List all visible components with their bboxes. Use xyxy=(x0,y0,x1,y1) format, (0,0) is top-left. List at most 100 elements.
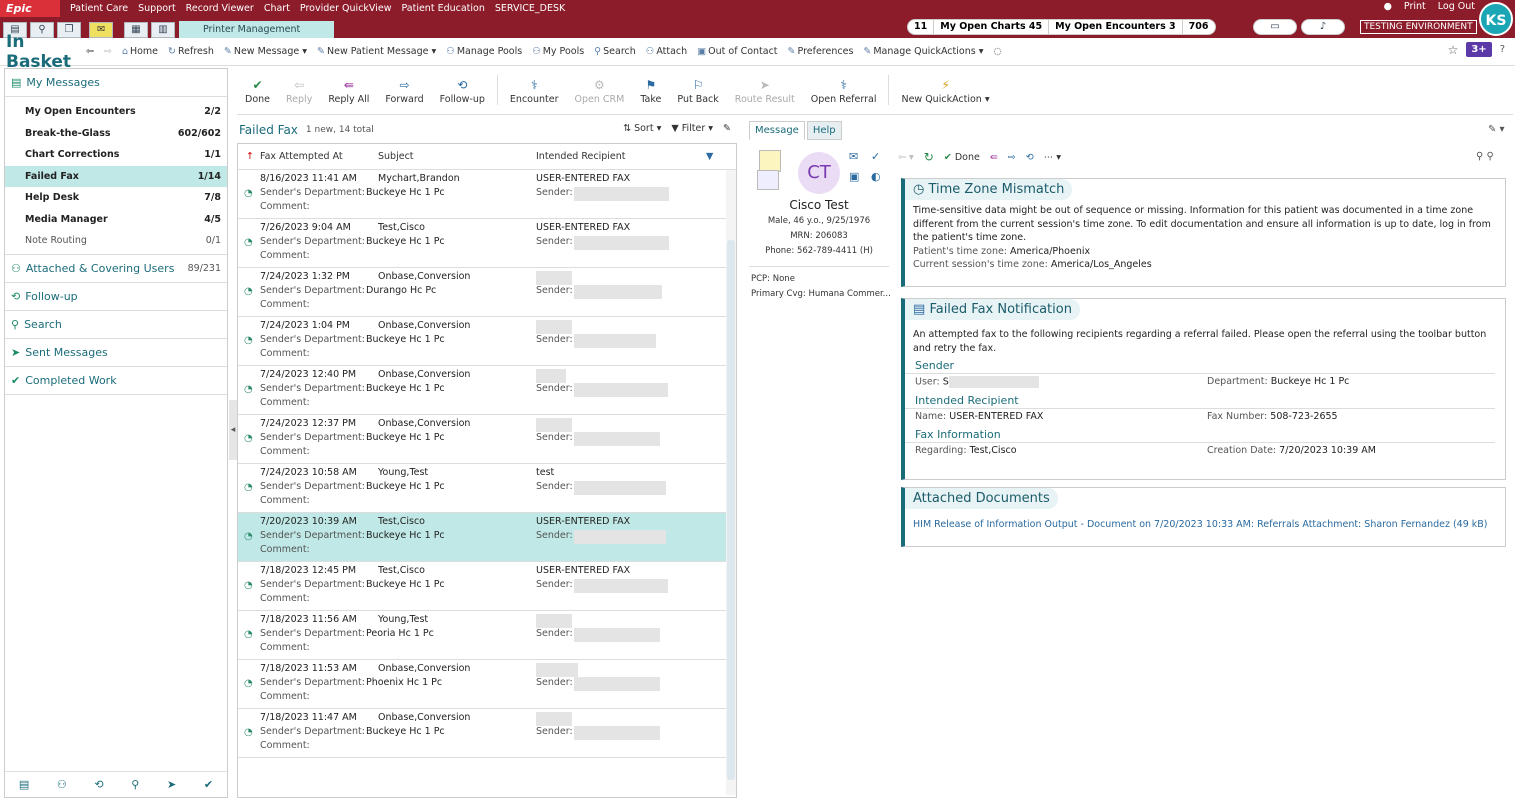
completed-work-folder[interactable]: ✔ Completed Work xyxy=(5,367,227,395)
table-row[interactable]: ◔ 7/20/2023 10:39 AM Test,Cisco USER-ENTERE… xyxy=(238,513,736,562)
follow-up-icon[interactable]: ⟲ xyxy=(1026,152,1034,163)
zoom-icons[interactable]: ⚲ ⚲ xyxy=(1476,151,1494,162)
filter-button[interactable]: ▼ Filter ▾ xyxy=(671,123,713,134)
attached-covering-users[interactable]: ⚇ Attached & Covering Users 89/231 xyxy=(5,255,227,283)
back-icon[interactable]: ⇦ xyxy=(86,46,94,57)
my-pools-button[interactable]: ⚇ My Pools xyxy=(532,46,584,57)
inbox-counter[interactable]: 706 xyxy=(1181,19,1216,35)
table-row[interactable]: ◔ 7/24/2023 1:32 PM Onbase,Conversion Sende… xyxy=(238,268,736,317)
wrench-icon[interactable]: ✎ xyxy=(723,123,731,134)
preferences-button[interactable]: ✎ Preferences xyxy=(788,46,854,57)
reply-all-action[interactable]: ⇚ Reply All xyxy=(328,78,369,105)
tab-message[interactable]: Message xyxy=(749,121,805,140)
menu-service-desk[interactable]: SERVICE_DESK xyxy=(495,3,565,14)
open-referral-action[interactable]: ⚕ Open Referral xyxy=(811,78,877,105)
my-open-charts-counter[interactable]: My Open Charts 45 xyxy=(933,19,1050,35)
refresh-icon[interactable]: ↻ xyxy=(924,150,934,164)
take-action[interactable]: ⚑ Take xyxy=(640,78,661,105)
follow-up-icon[interactable]: ⟲ xyxy=(94,778,103,791)
search-folder[interactable]: ⚲ Search xyxy=(5,311,227,339)
panel-collapse-handle[interactable]: ◂ xyxy=(229,400,237,460)
table-row[interactable]: ◔ 7/18/2023 11:53 AM Onbase,Conversion Send… xyxy=(238,660,736,709)
col-subject[interactable]: Subject xyxy=(378,151,536,162)
new-quickaction-action[interactable]: ⚡ New QuickAction ▾ xyxy=(901,78,989,105)
col-intended-recipient[interactable]: Intended Recipient xyxy=(536,151,706,162)
epic-menu-button[interactable]: Epic xyxy=(0,0,60,17)
inbasket-tab-icon[interactable]: ✉ xyxy=(89,22,113,38)
table-row[interactable]: ◔ 7/26/2023 9:04 AM Test,Cisco USER-ENTERED… xyxy=(238,219,736,268)
done-action[interactable]: ✔ Done xyxy=(245,78,270,105)
put-back-action[interactable]: ⚐ Put Back xyxy=(677,78,718,105)
sort-arrow-icon[interactable]: ↑ xyxy=(246,151,260,162)
table-row[interactable]: ◔ 7/24/2023 12:37 PM Onbase,Conversion Send… xyxy=(238,415,736,464)
notifications-badge[interactable]: 3+ xyxy=(1466,42,1492,57)
bell-icon[interactable]: ♪ xyxy=(1301,19,1345,35)
back-icon[interactable]: ⇦ ▾ xyxy=(898,152,914,163)
check-icon[interactable]: ✔ xyxy=(204,778,213,791)
home-button[interactable]: ⌂ Home xyxy=(122,46,158,57)
search-button[interactable]: ⚲ Search xyxy=(594,46,636,57)
folder-my-open-encounters[interactable]: My Open Encounters 2/2 xyxy=(5,101,227,123)
settings-wrench-icon[interactable]: ✎ ▾ xyxy=(1488,124,1505,135)
send-icon[interactable]: ➤ xyxy=(167,778,176,791)
attached-document-link[interactable]: HIM Release of Information Output - Docu… xyxy=(905,509,1505,536)
attach-button[interactable]: ⚇ Attach xyxy=(646,46,687,57)
new-patient-message-button[interactable]: ✎ New Patient Message ▾ xyxy=(317,46,436,57)
tab-printer-management[interactable]: Printer Management xyxy=(179,21,334,38)
folder-media-manager[interactable]: Media Manager 4/5 xyxy=(5,209,227,231)
folder-failed-fax[interactable]: Failed Fax 1/14 xyxy=(5,165,227,187)
open-crm-action[interactable]: ⚙ Open CRM xyxy=(575,78,625,105)
user-avatar[interactable]: KS xyxy=(1479,2,1513,36)
grid-tab-icon[interactable]: ▥ xyxy=(151,22,175,38)
table-row[interactable]: ◔ 7/18/2023 11:56 AM Young,Test Sender's De… xyxy=(238,611,736,660)
route-result-action[interactable]: ➤ Route Result xyxy=(735,78,795,105)
table-row[interactable]: ◔ 7/24/2023 12:40 PM Onbase,Conversion Send… xyxy=(238,366,736,415)
follow-up-folder[interactable]: ⟲ Follow-up xyxy=(5,283,227,311)
table-row[interactable]: ◔ 7/18/2023 12:45 PM Test,Cisco USER-ENTERE… xyxy=(238,562,736,611)
forward-action[interactable]: ⇨ Forward xyxy=(385,78,423,105)
users-icon[interactable]: ⚇ xyxy=(57,778,67,791)
schedule-tab-icon[interactable]: ▦ xyxy=(124,22,148,38)
done-button[interactable]: ✔ Done xyxy=(944,152,980,163)
patient-name[interactable]: Cisco Test xyxy=(749,198,889,212)
new-message-button[interactable]: ✎ New Message ▾ xyxy=(224,46,307,57)
help-icon[interactable]: ? xyxy=(1500,44,1505,55)
patient-photo-icon[interactable] xyxy=(757,170,779,190)
reply-all-icon[interactable]: ⇚ xyxy=(990,152,998,163)
manage-quickactions-button[interactable]: ✎ Manage QuickActions ▾ xyxy=(863,46,983,57)
menu-patient-education[interactable]: Patient Education xyxy=(401,3,484,14)
menu-patient-care[interactable]: Patient Care xyxy=(70,3,128,14)
forward-icon[interactable]: ⇨ xyxy=(104,46,112,57)
tab-help[interactable]: Help xyxy=(806,121,842,140)
menu-record-viewer[interactable]: Record Viewer xyxy=(186,3,254,14)
table-row[interactable]: ◔ 7/24/2023 1:04 PM Onbase,Conversion Sende… xyxy=(238,317,736,366)
col-fax-attempted-at[interactable]: Fax Attempted At xyxy=(260,151,378,162)
my-messages-header[interactable]: ▤ My Messages xyxy=(5,69,227,97)
print-button[interactable]: Print xyxy=(1404,1,1426,12)
table-row[interactable]: ◔ 7/18/2023 11:47 AM Onbase,Conversion Send… xyxy=(238,709,736,758)
more-icon[interactable]: ⋯ ▾ xyxy=(1044,152,1061,163)
my-open-encounters-counter[interactable]: My Open Encounters 3 xyxy=(1048,19,1183,35)
logout-button[interactable]: Log Out xyxy=(1438,1,1475,12)
menu-provider-quickview[interactable]: Provider QuickView xyxy=(300,3,392,14)
folder-help-desk[interactable]: Help Desk 7/8 xyxy=(5,187,227,209)
release-icon[interactable]: ✓ xyxy=(871,150,880,163)
folder-chart-corrections[interactable]: Chart Corrections 1/1 xyxy=(5,144,227,166)
star-icon[interactable]: ☆ xyxy=(1448,43,1459,57)
follow-up-action[interactable]: ⟲ Follow-up xyxy=(440,78,485,105)
counter-icon-count[interactable]: 11 xyxy=(907,19,935,35)
chat-icon[interactable]: ▭ xyxy=(1253,19,1297,35)
folder-break-the-glass[interactable]: Break-the-Glass 602/602 xyxy=(5,123,227,145)
video-icon[interactable]: ▣ xyxy=(849,170,859,183)
encounter-action[interactable]: ⚕ Encounter xyxy=(510,78,559,105)
table-row[interactable]: ◔ 8/16/2023 11:41 AM Mychart,Brandon USER-E… xyxy=(238,170,736,219)
table-row[interactable]: ◔ 7/24/2023 10:58 AM Young,Test test Sender'… xyxy=(238,464,736,513)
refresh-button[interactable]: ↻ Refresh xyxy=(168,46,214,57)
manage-pools-button[interactable]: ⚇ Manage Pools xyxy=(446,46,522,57)
sticky-note-icon[interactable] xyxy=(759,150,781,172)
sort-button[interactable]: ⇅ Sort ▾ xyxy=(623,123,661,134)
folder-note-routing[interactable]: Note Routing 0/1 xyxy=(5,230,227,252)
forward-icon[interactable]: ⇨ xyxy=(1008,152,1016,163)
list-scroll-thumb[interactable] xyxy=(727,240,735,780)
menu-chart[interactable]: Chart xyxy=(264,3,290,14)
